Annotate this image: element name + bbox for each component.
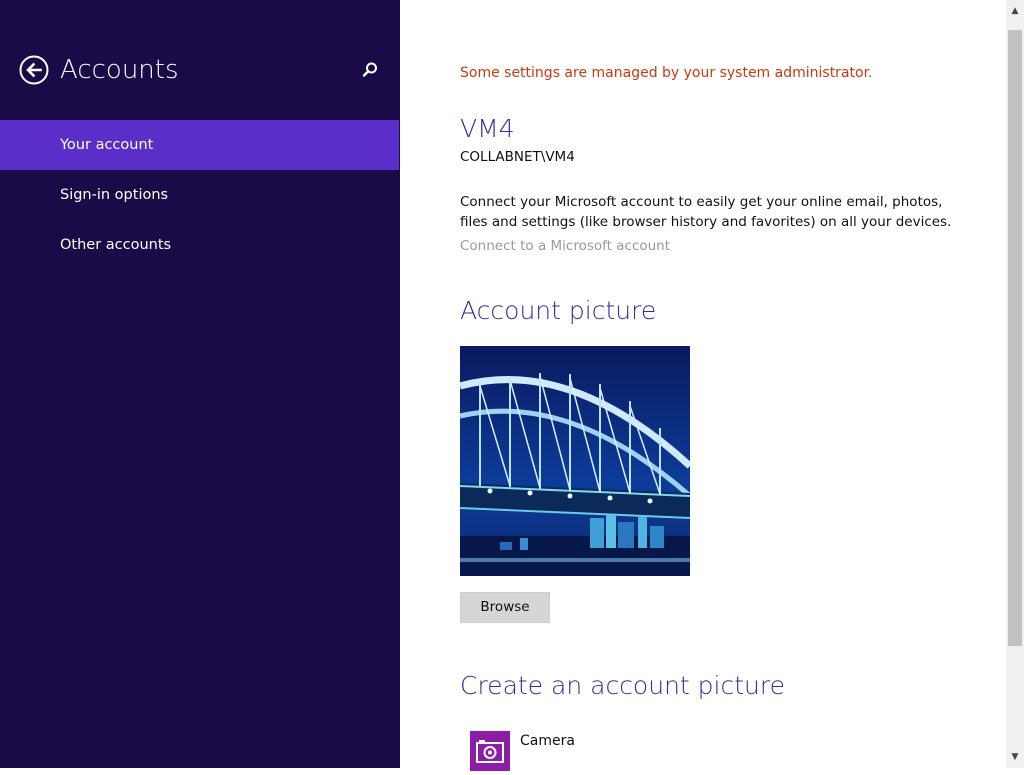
camera-tile[interactable]: [470, 731, 510, 771]
connect-description: Connect your Microsoft account to easily…: [460, 194, 952, 230]
main-content: Some settings are managed by your system…: [400, 0, 1006, 771]
connect-microsoft-account-link[interactable]: Connect to a Microsoft account: [460, 238, 670, 254]
back-arrow-icon: [19, 55, 49, 85]
scrollbar[interactable]: ▲ ▼: [1006, 0, 1024, 768]
account-picture: [460, 346, 690, 576]
sidebar-item-label: Your account: [60, 137, 154, 153]
scrollbar-thumb[interactable]: [1008, 30, 1022, 646]
sidebar-item-label: Other accounts: [60, 237, 172, 253]
user-domain: COLLABNET\VM4: [460, 149, 575, 165]
sidebar-header: Accounts: [0, 0, 400, 120]
sidebar-item-label: Sign-in options: [60, 187, 169, 203]
create-account-picture-title: Create an account picture: [460, 671, 785, 700]
search-button[interactable]: [361, 61, 379, 79]
admin-notice: Some settings are managed by your system…: [460, 65, 873, 81]
browse-button[interactable]: Browse: [460, 592, 550, 623]
scroll-down-arrow-icon[interactable]: ▼: [1006, 746, 1024, 768]
account-picture-title: Account picture: [460, 296, 657, 325]
scroll-up-arrow-icon[interactable]: ▲: [1006, 0, 1024, 22]
user-name: VM4: [460, 114, 515, 143]
sidebar-item-sign-in-options[interactable]: Sign-in options: [0, 170, 399, 220]
sidebar-item-other-accounts[interactable]: Other accounts: [0, 220, 399, 270]
camera-label[interactable]: Camera: [520, 733, 575, 749]
back-button[interactable]: [19, 55, 49, 85]
page-title: Accounts: [60, 55, 179, 85]
search-icon: [362, 62, 377, 77]
camera-icon: [476, 740, 504, 763]
sidebar: Accounts Your account Sign-in options Ot…: [0, 0, 400, 768]
sidebar-item-your-account[interactable]: Your account: [0, 120, 399, 170]
